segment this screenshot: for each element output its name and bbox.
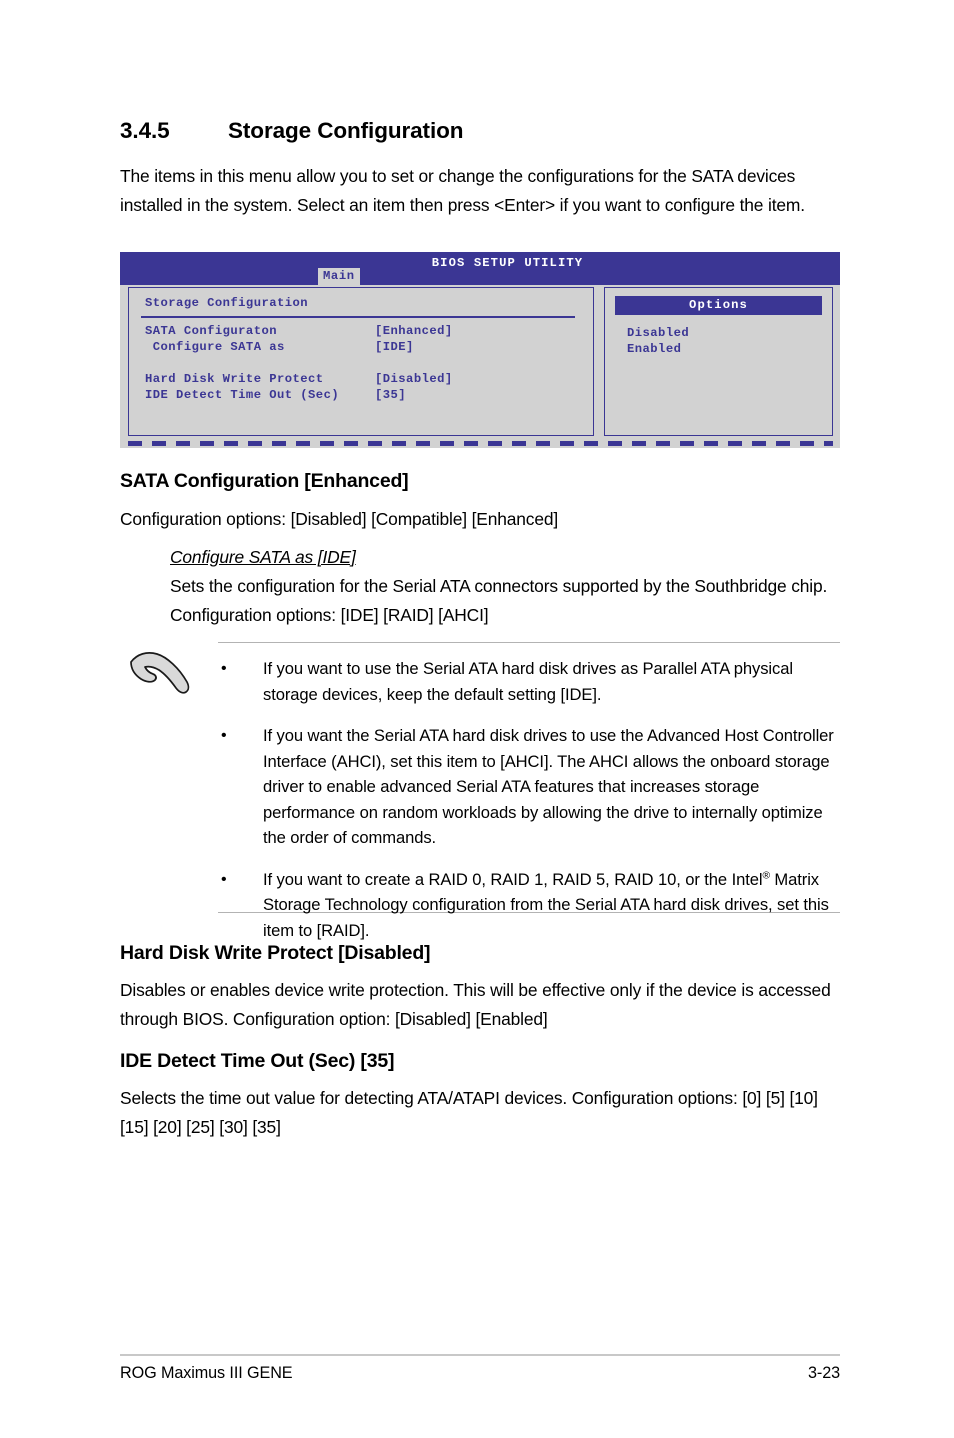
heading-configure-sata-as: Configure SATA as [IDE] — [170, 547, 356, 567]
paragraph-hard-disk-write-protect: Disables or enables device write protect… — [120, 980, 831, 1029]
note-list-item: • If you want to use the Serial ATA hard… — [218, 656, 840, 707]
bios-row-ide-detect-time-out[interactable]: IDE Detect Time Out (Sec) [35] — [145, 388, 583, 404]
bios-row-configure-sata-as[interactable]: Configure SATA as [IDE] — [145, 340, 583, 356]
section-intro-paragraph: The items in this menu allow you to set … — [120, 166, 805, 215]
footer-product-name: ROG Maximus III GENE — [120, 1364, 293, 1382]
paragraph-configure-sata-as: Sets the configuration for the Serial AT… — [170, 576, 828, 625]
bios-tab-main[interactable]: Main — [318, 268, 360, 285]
note-bullet-list: • If you want to use the Serial ATA hard… — [218, 656, 840, 943]
bios-panel-heading: Storage Configuration — [145, 296, 309, 310]
note-list-item: • If you want the Serial ATA hard disk d… — [218, 723, 840, 851]
heading-ide-detect-time-out: IDE Detect Time Out (Sec) [35] — [120, 1050, 395, 1072]
bios-row-label: Hard Disk Write Protect — [145, 372, 324, 386]
bios-body: Storage Configuration SATA Configuraton … — [120, 285, 840, 448]
bullet-glyph: • — [221, 727, 227, 744]
bios-options-list: Disabled Enabled — [627, 325, 689, 357]
bios-utility-title: BIOS SETUP UTILITY — [431, 256, 584, 270]
bios-row-spacer — [145, 356, 583, 372]
bios-options-panel: Options Disabled Enabled — [604, 287, 833, 436]
bios-option-disabled[interactable]: Disabled — [627, 325, 689, 341]
bios-panel-divider — [141, 316, 575, 318]
heading-hard-disk-write-protect: Hard Disk Write Protect [Disabled] — [120, 942, 431, 964]
bios-row-label: SATA Configuraton — [145, 324, 277, 338]
section-heading: 3.4.5 Storage Configuration — [120, 118, 840, 144]
bios-row-value: [35] — [375, 388, 407, 402]
note-item-text: If you want the Serial ATA hard disk dri… — [263, 726, 834, 847]
footer-page-number: 3-23 — [808, 1364, 840, 1382]
note-item-text-part1: If you want to create a RAID 0, RAID 1, … — [263, 869, 763, 889]
footer-divider — [120, 1354, 840, 1356]
bios-row-value: [Enhanced] — [375, 324, 453, 338]
bullet-glyph: • — [221, 870, 227, 888]
document-page: 3.4.5 Storage Configuration The items in… — [0, 0, 954, 1438]
section-number: 3.4.5 — [120, 118, 170, 143]
bios-row-value: [IDE] — [375, 340, 414, 354]
bios-row-label: Configure SATA as — [145, 340, 285, 354]
bios-settings-panel: Storage Configuration SATA Configuraton … — [128, 287, 594, 436]
registered-trademark-symbol: ® — [762, 869, 770, 881]
bullet-glyph: • — [221, 660, 227, 677]
page-title: Storage Configuration — [228, 118, 464, 143]
subsection-configure-sata-as: Configure SATA as [IDE] Sets the configu… — [170, 543, 835, 630]
note-hand-icon — [127, 648, 193, 700]
note-item-text: If you want to create a RAID 0, RAID 1, … — [263, 867, 840, 944]
paragraph-ide-detect-time-out: Selects the time out value for detecting… — [120, 1088, 818, 1137]
bios-settings-list: SATA Configuraton [Enhanced] Configure S… — [145, 324, 583, 404]
heading-sata-configuration: SATA Configuration [Enhanced] — [120, 470, 409, 492]
bios-option-enabled[interactable]: Enabled — [627, 341, 689, 357]
note-list-item: • If you want to create a RAID 0, RAID 1… — [218, 867, 840, 944]
paragraph-sata-configuration: Configuration options: [Disabled] [Compa… — [120, 509, 559, 529]
bios-options-title: Options — [615, 296, 822, 315]
bios-setup-screenshot: BIOS SETUP UTILITY Main Storage Configur… — [120, 252, 840, 448]
bios-row-hard-disk-write-protect[interactable]: Hard Disk Write Protect [Disabled] — [145, 372, 583, 388]
bios-row-label: IDE Detect Time Out (Sec) — [145, 388, 340, 402]
note-divider-top — [218, 642, 840, 643]
bios-row-value: [Disabled] — [375, 372, 453, 386]
bios-bottom-dashed-divider — [128, 441, 833, 446]
note-item-text: If you want to use the Serial ATA hard d… — [263, 659, 793, 704]
bios-title-bar: BIOS SETUP UTILITY Main — [120, 252, 840, 285]
bios-row-sata-configuraton[interactable]: SATA Configuraton [Enhanced] — [145, 324, 583, 340]
